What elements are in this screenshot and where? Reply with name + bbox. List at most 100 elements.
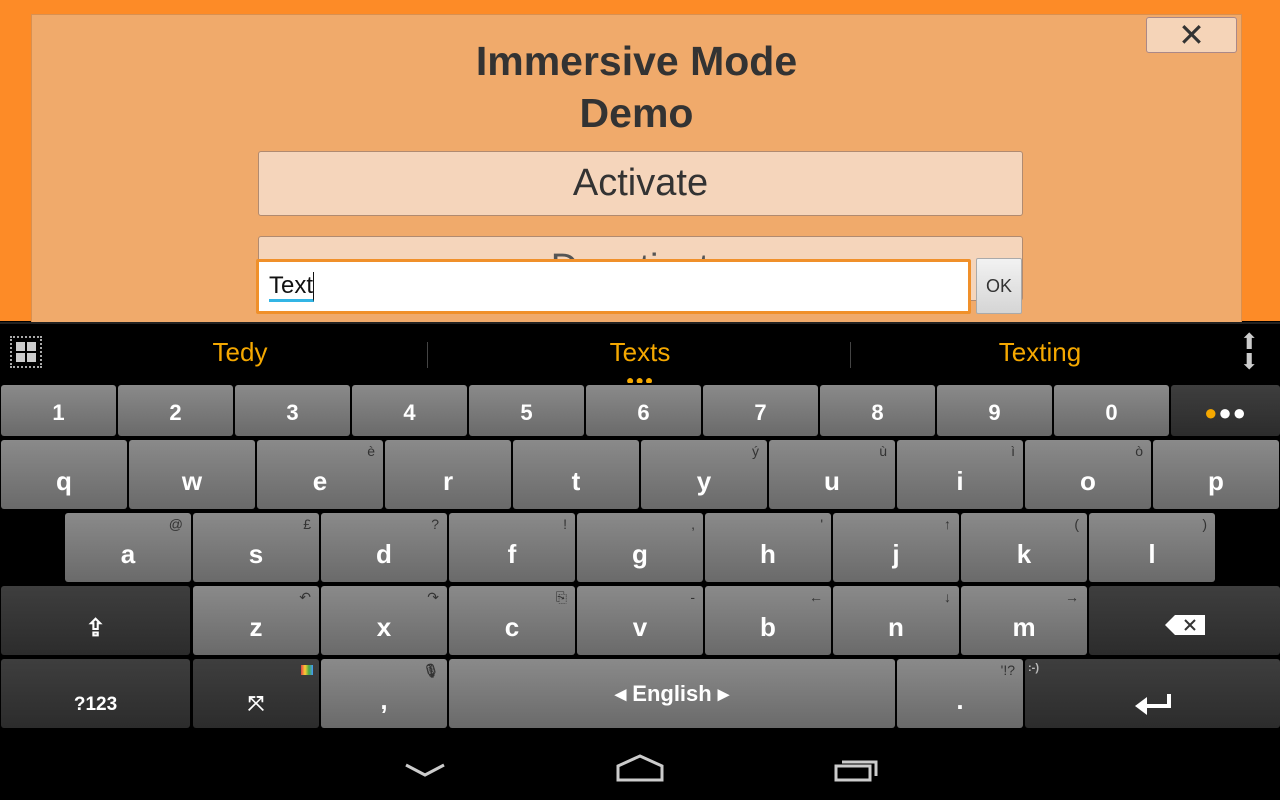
key-p[interactable]: p (1153, 440, 1279, 509)
key-label: y (696, 466, 712, 496)
key-label: k (1016, 539, 1032, 569)
key-2[interactable]: 2 (118, 385, 233, 436)
shift-icon: ⇪ (85, 615, 106, 642)
grid-icon[interactable] (10, 336, 42, 368)
key-label: t (571, 466, 581, 496)
key-i[interactable]: iì (897, 440, 1023, 509)
key-b[interactable]: b ← (705, 586, 831, 655)
navigation-bar (0, 730, 1280, 800)
key-hint: ↷ (427, 589, 439, 605)
key-5[interactable]: 5 (469, 385, 584, 436)
key-q[interactable]: q (1, 440, 127, 509)
more-keys-button[interactable]: ●●● (1171, 385, 1280, 436)
key-hint: ! (563, 516, 567, 532)
key-g[interactable]: g, (577, 513, 703, 582)
key-hint: ò (1135, 443, 1143, 459)
comma-key[interactable]: , 🎙 (321, 659, 447, 728)
key-t[interactable]: t (513, 440, 639, 509)
key-y[interactable]: yý (641, 440, 767, 509)
period-key[interactable]: . '!? (897, 659, 1023, 728)
key-0[interactable]: 0 (1054, 385, 1169, 436)
app-background: Immersive ModeDemo ✕ Activate Deactivate… (0, 0, 1280, 334)
suggestion-bar: Tedy Texts ●●● Texting ⬆ ⬇ (0, 322, 1280, 388)
layout-key[interactable]: ⤧ (193, 659, 319, 728)
key-x[interactable]: x ↷ (321, 586, 447, 655)
key-hint: - (690, 589, 695, 605)
backspace-icon (1164, 615, 1205, 635)
key-label: a (120, 539, 136, 569)
key-v[interactable]: v- (577, 586, 703, 655)
more-icon: ●●● (1204, 400, 1247, 425)
activate-button[interactable]: Activate (258, 151, 1023, 216)
key-8[interactable]: 8 (820, 385, 935, 436)
key-h[interactable]: h ' (705, 513, 831, 582)
divider (427, 342, 428, 368)
key-w[interactable]: w (129, 440, 255, 509)
key-hint: '!? (1000, 662, 1015, 678)
key-label: o (1080, 466, 1096, 496)
key-s[interactable]: s £ (193, 513, 319, 582)
key-label: z (249, 612, 263, 642)
key-m[interactable]: m → (961, 586, 1087, 655)
suggestion-3[interactable]: Texting (840, 324, 1240, 382)
key-label: ?123 (73, 694, 118, 715)
key-e[interactable]: eè (257, 440, 383, 509)
key-label: 2 (169, 400, 182, 425)
key-label: x (376, 612, 392, 642)
key-hint: ) (1202, 516, 1207, 532)
key-hint: , (691, 516, 695, 532)
suggestion-1[interactable]: Tedy (40, 324, 440, 382)
text-input[interactable]: Text (256, 259, 971, 314)
key-label: i (956, 466, 964, 496)
ok-button[interactable]: OK (976, 258, 1022, 314)
key-f[interactable]: f! (449, 513, 575, 582)
key-z[interactable]: z ↶ (193, 586, 319, 655)
key-k[interactable]: k( (961, 513, 1087, 582)
key-label: m (1012, 612, 1036, 642)
key-j[interactable]: j ↑ (833, 513, 959, 582)
key-6[interactable]: 6 (586, 385, 701, 436)
key-label: v (632, 612, 648, 642)
key-label: ◂ English ▸ (615, 680, 729, 706)
key-9[interactable]: 9 (937, 385, 1052, 436)
key-o[interactable]: oò (1025, 440, 1151, 509)
key-n[interactable]: n ↓ (833, 586, 959, 655)
key-hint: £ (303, 516, 311, 532)
key-7[interactable]: 7 (703, 385, 818, 436)
key-hint: @ (168, 516, 183, 532)
move-arrows-icon: ⤧ (248, 693, 264, 715)
key-label: l (1148, 539, 1156, 569)
space-key[interactable]: ◂ English ▸ (449, 659, 895, 728)
title-line-2: Demo (579, 90, 694, 136)
key-l[interactable]: l) (1089, 513, 1215, 582)
key-1[interactable]: 1 (1, 385, 116, 436)
key-label: 4 (403, 400, 416, 425)
mic-icon: 🎙 (422, 663, 439, 678)
home-icon[interactable] (614, 752, 666, 784)
key-r[interactable]: r (385, 440, 511, 509)
back-icon[interactable] (400, 755, 450, 785)
key-label: 3 (286, 400, 299, 425)
key-u[interactable]: uù (769, 440, 895, 509)
key-label: 1 (52, 400, 65, 425)
resize-icon[interactable]: ⬆ ⬇ (1240, 331, 1258, 373)
recents-icon[interactable] (832, 754, 884, 784)
close-button[interactable]: ✕ (1146, 17, 1237, 53)
key-hint: è (367, 443, 375, 459)
enter-key[interactable]: :-) (1025, 659, 1280, 728)
key-c[interactable]: c ⎘ (449, 586, 575, 655)
key-d[interactable]: d? (321, 513, 447, 582)
key-a[interactable]: a @ (65, 513, 191, 582)
title-line-1: Immersive Mode (475, 38, 798, 84)
key-4[interactable]: 4 (352, 385, 467, 436)
symbols-key[interactable]: ?123 (1, 659, 190, 728)
key-label: e (312, 466, 328, 496)
key-3[interactable]: 3 (235, 385, 350, 436)
key-label: r (442, 466, 454, 496)
key-label: 6 (637, 400, 650, 425)
key-label: q (56, 466, 72, 496)
shift-key[interactable]: ⇪ (1, 586, 190, 655)
key-hint: → (1065, 589, 1079, 605)
page-title: Immersive Mode Demo (32, 35, 1241, 139)
backspace-key[interactable] (1089, 586, 1280, 655)
